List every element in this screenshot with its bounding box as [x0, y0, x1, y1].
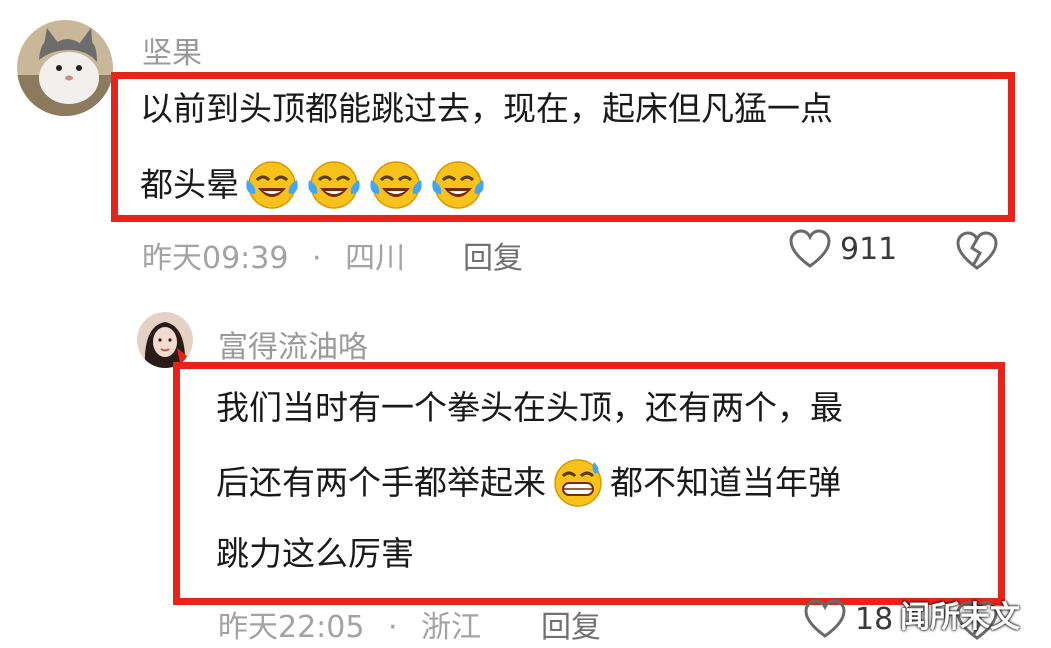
- avatar-user-2[interactable]: [137, 312, 193, 368]
- face-with-tears-of-joy-icon: [432, 161, 484, 209]
- face-with-tears-of-joy-icon: [246, 161, 298, 209]
- comment-1-line-2-text: 都头晕: [140, 164, 239, 204]
- meta-separator: ·: [312, 241, 322, 276]
- meta-separator: ·: [388, 610, 398, 645]
- comment-2-line-2-text-b: 都不知道当年弹: [610, 462, 841, 502]
- heart-icon: [789, 229, 831, 268]
- username-1[interactable]: 坚果: [142, 28, 202, 72]
- reply-button-1[interactable]: 回复: [463, 233, 523, 277]
- comment-1-meta: 昨天09:39 · 四川: [142, 233, 405, 277]
- grinning-face-with-sweat-icon: [554, 459, 602, 507]
- like-button-2[interactable]: 18: [803, 598, 893, 640]
- reply-button-2[interactable]: 回复: [541, 602, 601, 646]
- comment-2-time: 昨天22:05: [218, 610, 365, 645]
- heart-icon: [804, 599, 846, 638]
- like-button-1[interactable]: 911: [788, 228, 897, 270]
- comment-1-line-2: 都头晕: [140, 158, 487, 210]
- comment-2-line-2-text-a: 后还有两个手都举起来: [216, 462, 546, 502]
- avatar-user-1[interactable]: [17, 20, 113, 116]
- comment-1-location: 四川: [345, 241, 406, 276]
- face-with-tears-of-joy-icon: [308, 161, 360, 209]
- cat-avatar-icon: [17, 20, 113, 116]
- comment-2-line-2: 后还有两个手都举起来 都不知道当年弹: [216, 456, 841, 508]
- comment-1-line-1: 以前到头顶都能跳过去，现在，起床但凡猛一点: [140, 89, 833, 128]
- girl-avatar-icon: [137, 312, 193, 368]
- like-count-2: 18: [855, 601, 894, 637]
- face-with-tears-of-joy-icon: [370, 161, 422, 209]
- comment-1-time: 昨天09:39: [142, 241, 289, 276]
- comment-2-line-1: 我们当时有一个拳头在头顶，还有两个，最: [216, 388, 843, 427]
- comment-2-location: 浙江: [421, 610, 482, 645]
- broken-heart-icon: [956, 231, 998, 270]
- dislike-button-1[interactable]: [955, 230, 999, 276]
- watermark: 闻所未文: [900, 600, 1020, 635]
- comment-2-meta: 昨天22:05 · 浙江: [218, 602, 481, 646]
- comment-2-line-3: 跳力这么厉害: [216, 534, 414, 573]
- like-count-1: 911: [840, 231, 898, 267]
- username-2[interactable]: 富得流油咯: [218, 322, 368, 366]
